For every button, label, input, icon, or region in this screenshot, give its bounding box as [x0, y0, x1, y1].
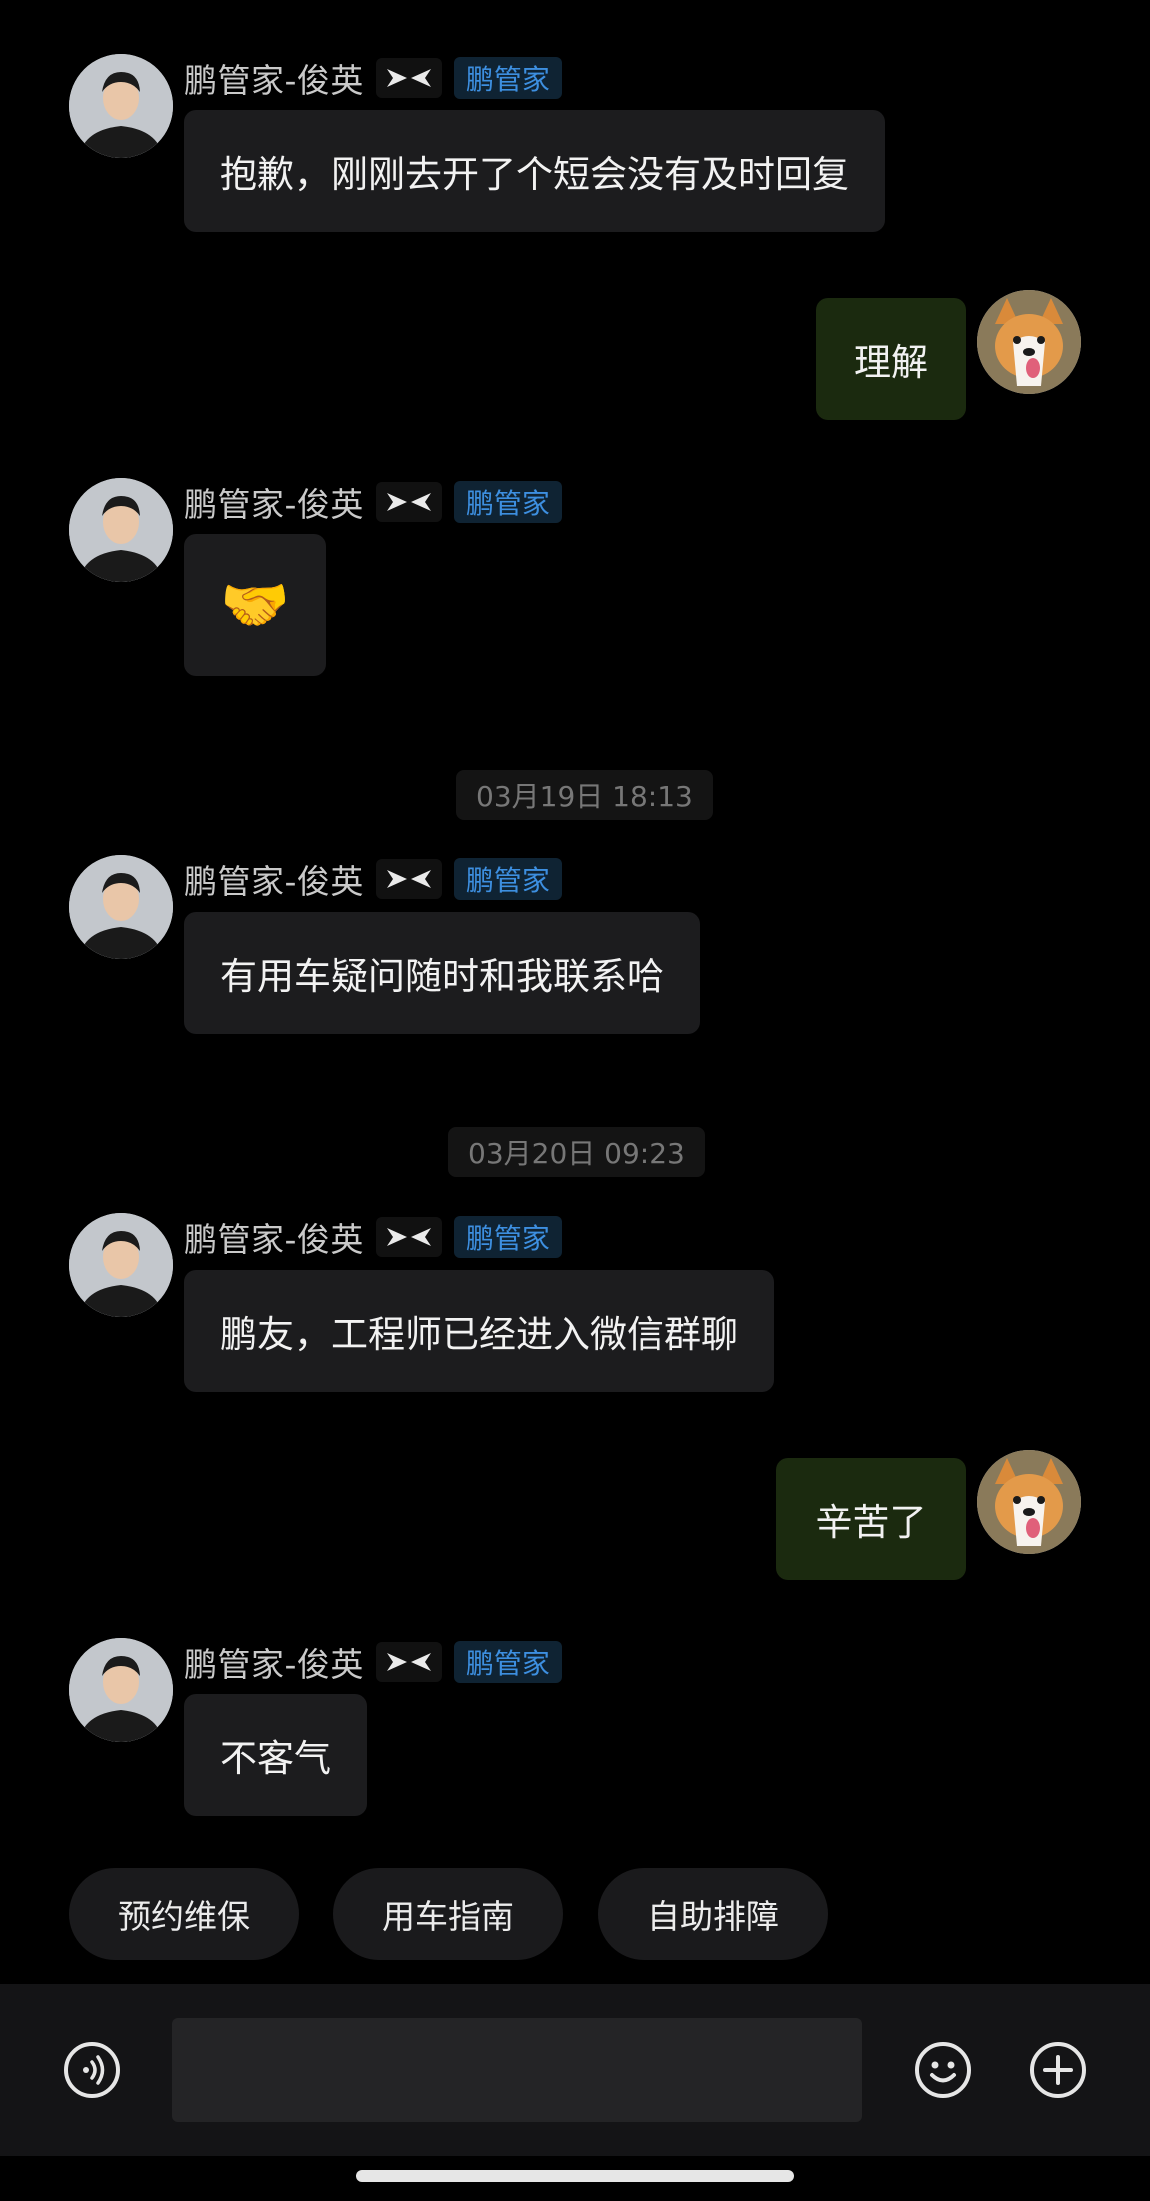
xpeng-logo-icon [375, 482, 442, 522]
sender-name: 鹏管家-俊英 [184, 1645, 364, 1684]
sender-name: 鹏管家-俊英 [184, 1220, 364, 1259]
sender-row: 鹏管家-俊英 鹏管家 [184, 480, 562, 524]
quick-action-guide-button[interactable]: 用车指南 [333, 1868, 563, 1960]
chat-screen: 鹏管家-俊英 鹏管家 抱歉，刚刚去开了个短会没有及时回复 理解 鹏管家-俊英 鹏… [0, 0, 1150, 2201]
self-message-bubble[interactable]: 辛苦了 [776, 1458, 966, 1580]
agent-message-bubble[interactable]: 不客气 [184, 1694, 367, 1816]
voice-icon[interactable] [62, 2040, 122, 2100]
xpeng-logo-icon [375, 1642, 442, 1682]
agent-avatar[interactable] [69, 855, 173, 959]
role-badge: 鹏管家 [453, 858, 562, 900]
xpeng-logo-icon [375, 1217, 442, 1257]
agent-message-bubble[interactable]: 有用车疑问随时和我联系哈 [184, 912, 700, 1034]
self-message-bubble[interactable]: 理解 [816, 298, 966, 420]
agent-emoji-bubble[interactable]: 🤝 [184, 534, 326, 676]
timestamp: 03月19日 18:13 [456, 770, 713, 820]
agent-avatar[interactable] [69, 54, 173, 158]
role-badge: 鹏管家 [453, 1641, 562, 1683]
timestamp: 03月20日 09:23 [448, 1127, 705, 1177]
quick-action-maintenance-button[interactable]: 预约维保 [69, 1868, 299, 1960]
xpeng-logo-icon [375, 859, 442, 899]
sender-row: 鹏管家-俊英 鹏管家 [184, 1640, 562, 1684]
sender-name: 鹏管家-俊英 [184, 61, 364, 100]
self-avatar[interactable] [977, 290, 1081, 394]
quick-action-troubleshoot-button[interactable]: 自助排障 [598, 1868, 828, 1960]
emoji-smile-icon[interactable] [913, 2040, 973, 2100]
handshake-emoji: 🤝 [220, 573, 290, 638]
plus-circle-icon[interactable] [1028, 2040, 1088, 2100]
message-input[interactable] [172, 2018, 862, 2122]
agent-message-bubble[interactable]: 鹏友，工程师已经进入微信群聊 [184, 1270, 774, 1392]
agent-avatar[interactable] [69, 1213, 173, 1317]
role-badge: 鹏管家 [453, 481, 562, 523]
sender-name: 鹏管家-俊英 [184, 485, 364, 524]
self-avatar[interactable] [977, 1450, 1081, 1554]
sender-row: 鹏管家-俊英 鹏管家 [184, 857, 562, 901]
role-badge: 鹏管家 [453, 57, 562, 99]
agent-avatar[interactable] [69, 1638, 173, 1742]
sender-row: 鹏管家-俊英 鹏管家 [184, 56, 562, 100]
agent-avatar[interactable] [69, 478, 173, 582]
sender-name: 鹏管家-俊英 [184, 862, 364, 901]
sender-row: 鹏管家-俊英 鹏管家 [184, 1215, 562, 1259]
home-indicator[interactable] [356, 2170, 794, 2182]
agent-message-bubble[interactable]: 抱歉，刚刚去开了个短会没有及时回复 [184, 110, 885, 232]
role-badge: 鹏管家 [453, 1216, 562, 1258]
input-bar [0, 1984, 1150, 2156]
xpeng-logo-icon [375, 58, 442, 98]
